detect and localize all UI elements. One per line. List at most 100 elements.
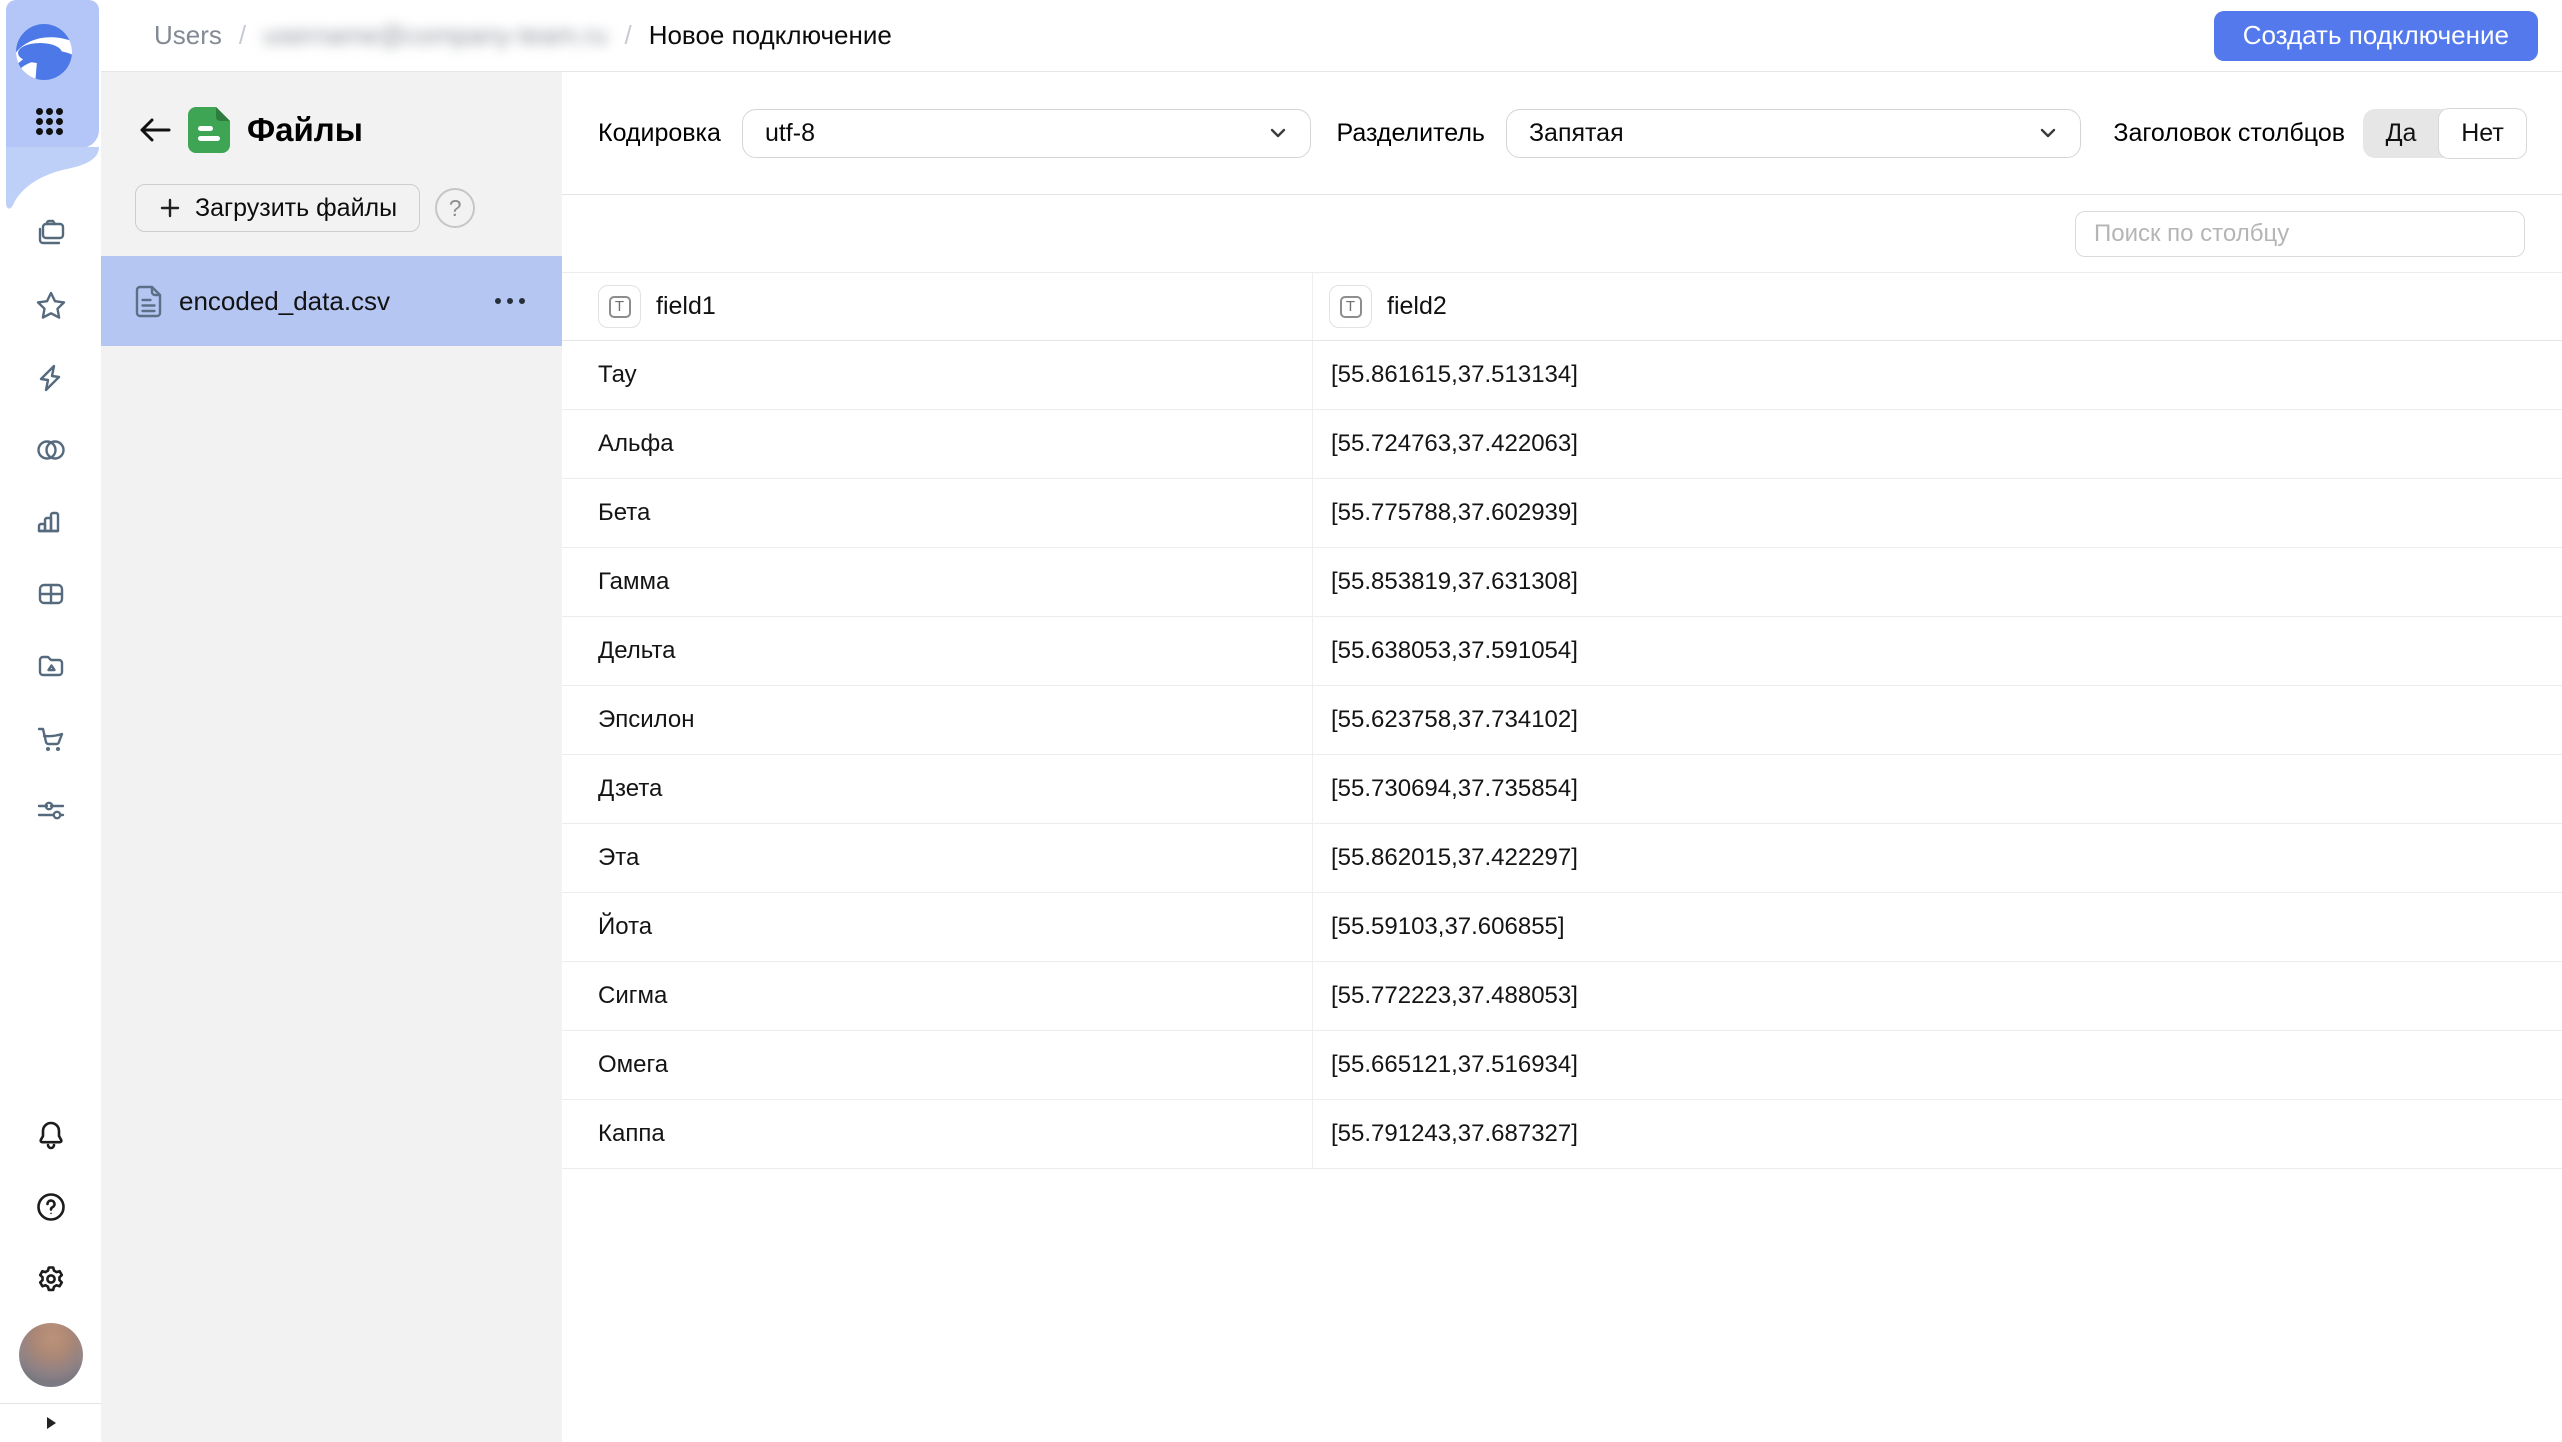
- rail-nav: [0, 198, 101, 846]
- cell-field2: [55.862015,37.422297]: [1312, 824, 2562, 892]
- delimiter-value: Запятая: [1529, 119, 1624, 148]
- breadcrumb-separator: /: [624, 20, 631, 51]
- question-circle-icon: [34, 1190, 68, 1224]
- sidebar-item-dashboards[interactable]: [0, 558, 101, 630]
- cell-field1: Омега: [562, 1031, 1312, 1099]
- column-search-input[interactable]: [2075, 211, 2525, 257]
- cell-field1: Альфа: [562, 410, 1312, 478]
- lightning-icon: [34, 361, 68, 395]
- cell-field1: Йота: [562, 893, 1312, 961]
- help-button[interactable]: [0, 1171, 101, 1243]
- avatar-blurred-photo: [19, 1323, 83, 1387]
- table-row: Эпсилон [55.623758,37.734102]: [562, 686, 2562, 755]
- cell-field1: Дельта: [562, 617, 1312, 685]
- ellipsis-icon: [494, 297, 526, 305]
- delimiter-label: Разделитель: [1336, 119, 1484, 148]
- breadcrumb-user-blurred[interactable]: username@company-team.ru: [263, 20, 607, 51]
- files-panel-header: Файлы: [139, 106, 562, 154]
- upload-files-label: Загрузить файлы: [195, 194, 397, 223]
- breadcrumb-separator: /: [239, 20, 246, 51]
- apps-grid-icon[interactable]: [36, 108, 66, 138]
- cell-field2: [55.623758,37.734102]: [1312, 686, 2562, 754]
- upload-help-button[interactable]: ?: [435, 188, 475, 228]
- cell-field2: [55.665121,37.516934]: [1312, 1031, 2562, 1099]
- sidebar-item-favorites[interactable]: [0, 270, 101, 342]
- datalens-logo-icon[interactable]: [15, 23, 73, 81]
- encoding-label: Кодировка: [598, 119, 721, 148]
- expand-rail-icon[interactable]: [42, 1414, 60, 1432]
- dashboard-grid-icon: [34, 577, 68, 611]
- cell-field1: Каппа: [562, 1100, 1312, 1168]
- breadcrumb-users[interactable]: Users: [154, 20, 222, 51]
- table-header-row: T field1 T field2: [562, 273, 2562, 341]
- sidebar-item-datasets[interactable]: [0, 414, 101, 486]
- delimiter-select[interactable]: Запятая: [1506, 109, 2081, 158]
- notifications-button[interactable]: [0, 1099, 101, 1171]
- column-header-field2: T field2: [1312, 273, 2562, 340]
- column-type-button[interactable]: T: [1329, 285, 1372, 328]
- sidebar-item-services[interactable]: [0, 774, 101, 846]
- table-row: Омега [55.665121,37.516934]: [562, 1031, 2562, 1100]
- sidebar-item-storage[interactable]: [0, 630, 101, 702]
- create-connection-button[interactable]: Создать подключение: [2214, 11, 2538, 61]
- rail-bottom: [0, 1099, 101, 1387]
- table-row: Сигма [55.772223,37.488053]: [562, 962, 2562, 1031]
- table-row: Дельта [55.638053,37.591054]: [562, 617, 2562, 686]
- star-icon: [34, 289, 68, 323]
- cart-icon: [33, 720, 69, 756]
- breadcrumb: Users / username@company-team.ru / Новое…: [154, 20, 892, 51]
- column-type-button[interactable]: T: [598, 285, 641, 328]
- table-row: Йота [55.59103,37.606855]: [562, 893, 2562, 962]
- cell-field2: [55.638053,37.591054]: [1312, 617, 2562, 685]
- column-filter-row: [562, 195, 2562, 273]
- table-row: Тау [55.861615,37.513134]: [562, 341, 2562, 410]
- csv-file-outline-icon: [135, 285, 162, 318]
- cell-field2: [55.791243,37.687327]: [1312, 1100, 2562, 1168]
- cell-field1: Эпсилон: [562, 686, 1312, 754]
- cell-field1: Бета: [562, 479, 1312, 547]
- encoding-select[interactable]: utf-8: [742, 109, 1312, 158]
- cell-field1: Сигма: [562, 962, 1312, 1030]
- collections-icon: [34, 217, 68, 251]
- upload-row: Загрузить файлы ?: [135, 184, 562, 232]
- column-name: field1: [656, 292, 716, 321]
- arrow-left-icon: [139, 117, 171, 143]
- overlapping-circles-icon: [33, 433, 69, 467]
- sidebar-item-collections[interactable]: [0, 198, 101, 270]
- sidebar-item-marketplace[interactable]: [0, 702, 101, 774]
- top-bar: Users / username@company-team.ru / Новое…: [101, 0, 2562, 72]
- cell-field2: [55.59103,37.606855]: [1312, 893, 2562, 961]
- cell-field2: [55.772223,37.488053]: [1312, 962, 2562, 1030]
- app-root: Users / username@company-team.ru / Новое…: [0, 0, 2562, 1442]
- csv-file-green-icon: [188, 107, 230, 153]
- files-panel: Файлы Загрузить файлы ? encoded_data.csv: [101, 72, 562, 1442]
- cell-field2: [55.730694,37.735854]: [1312, 755, 2562, 823]
- file-row-selected[interactable]: encoded_data.csv: [101, 256, 562, 346]
- cell-field1: Гамма: [562, 548, 1312, 616]
- cell-field1: Дзета: [562, 755, 1312, 823]
- bar-chart-icon: [34, 505, 68, 539]
- toggle-option-yes[interactable]: Да: [2363, 109, 2439, 158]
- back-button[interactable]: [139, 117, 171, 143]
- user-avatar[interactable]: [19, 1323, 83, 1387]
- text-type-icon: T: [1340, 296, 1362, 318]
- bell-icon: [34, 1118, 68, 1152]
- table-body: Тау [55.861615,37.513134] Альфа [55.7247…: [562, 341, 2562, 1169]
- table-row: Дзета [55.730694,37.735854]: [562, 755, 2562, 824]
- gear-icon: [34, 1262, 68, 1296]
- folder-icon: [34, 649, 68, 683]
- text-type-icon: T: [609, 296, 631, 318]
- table-row: Эта [55.862015,37.422297]: [562, 824, 2562, 893]
- sidebar-item-charts[interactable]: [0, 486, 101, 558]
- upload-files-button[interactable]: Загрузить файлы: [135, 184, 420, 232]
- toggle-option-no-selected[interactable]: Нет: [2439, 109, 2526, 158]
- settings-button[interactable]: [0, 1243, 101, 1315]
- table-row: Бета [55.775788,37.602939]: [562, 479, 2562, 548]
- file-more-menu-button[interactable]: [494, 293, 526, 309]
- main-content: Кодировка utf-8 Разделитель Запятая Заго…: [562, 72, 2562, 1442]
- cell-field1: Эта: [562, 824, 1312, 892]
- table-row: Каппа [55.791243,37.687327]: [562, 1100, 2562, 1169]
- sidebar-item-connections[interactable]: [0, 342, 101, 414]
- breadcrumb-current: Новое подключение: [649, 20, 892, 51]
- table-row: Альфа [55.724763,37.422063]: [562, 410, 2562, 479]
